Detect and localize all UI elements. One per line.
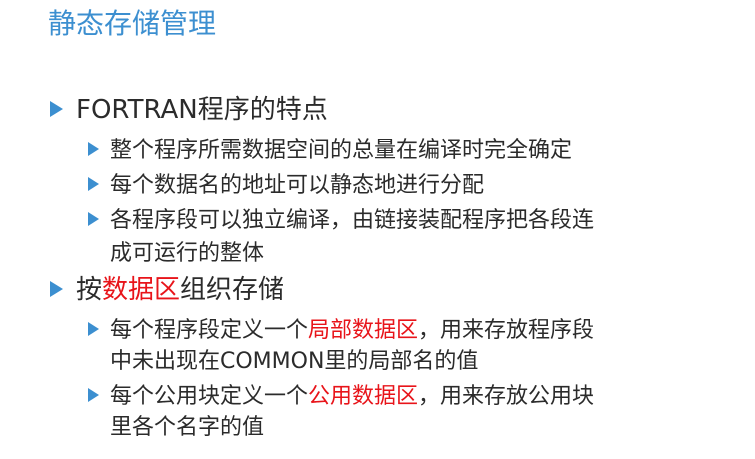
sub-bullet-text: 成可运行的整体	[110, 241, 265, 266]
highlight-data-area: 数据区	[102, 275, 181, 305]
sub-bullet-static-address: 每个数据名的地址可以静态地进行分配	[88, 171, 484, 201]
sub-bullet-text: 整个程序所需数据空间的总量在编译时完全确定	[110, 138, 573, 163]
sub-bullet-continuation: 成可运行的整体	[110, 239, 264, 269]
sub-bullet-independent-compile: 各程序段可以独立编译，由链接装配程序把各段连	[88, 206, 594, 236]
sub-bullet-common-data-area: 每个公用块定义一个公用数据区，用来存放公用块	[88, 382, 594, 412]
bullet-fortran-features: FORTRAN程序的特点	[50, 93, 328, 127]
triangle-bullet-icon	[88, 177, 99, 191]
triangle-bullet-icon	[88, 388, 99, 402]
sub-bullet-text-prefix: 每个公用块定义一个	[110, 384, 309, 409]
sub-bullet-continuation: 中未出现在COMMON里的局部名的值	[110, 347, 478, 377]
sub-bullet-local-data-area: 每个程序段定义一个局部数据区，用来存放程序段	[88, 316, 594, 346]
sub-bullet-text-suffix: ，用来存放程序段	[418, 318, 595, 343]
sub-bullet-text: 各程序段可以独立编译，由链接装配程序把各段连	[110, 208, 595, 233]
triangle-bullet-icon	[88, 142, 99, 156]
bullet-text-prefix: 按	[76, 275, 103, 305]
slide-title: 静态存储管理	[48, 7, 217, 40]
sub-bullet-text: 中未出现在COMMON里的局部名的值	[110, 349, 479, 374]
bullet-text: FORTRAN程序的特点	[76, 95, 328, 125]
bullet-text-suffix: 组织存储	[180, 275, 285, 305]
triangle-bullet-icon	[88, 212, 99, 226]
sub-bullet-text-prefix: 每个程序段定义一个	[110, 318, 309, 343]
highlight-local-data-area: 局部数据区	[308, 318, 419, 343]
sub-bullet-total-space: 整个程序所需数据空间的总量在编译时完全确定	[88, 136, 572, 166]
sub-bullet-text: 每个数据名的地址可以静态地进行分配	[110, 173, 485, 198]
highlight-common-data-area: 公用数据区	[308, 384, 419, 409]
sub-bullet-text-suffix: ，用来存放公用块	[418, 384, 595, 409]
triangle-bullet-icon	[88, 322, 99, 336]
triangle-bullet-icon	[50, 100, 63, 117]
sub-bullet-text: 里各个名字的值	[110, 415, 265, 440]
sub-bullet-continuation: 里各个名字的值	[110, 413, 264, 443]
bullet-data-area-storage: 按数据区组织存储	[50, 273, 284, 307]
triangle-bullet-icon	[50, 280, 63, 297]
